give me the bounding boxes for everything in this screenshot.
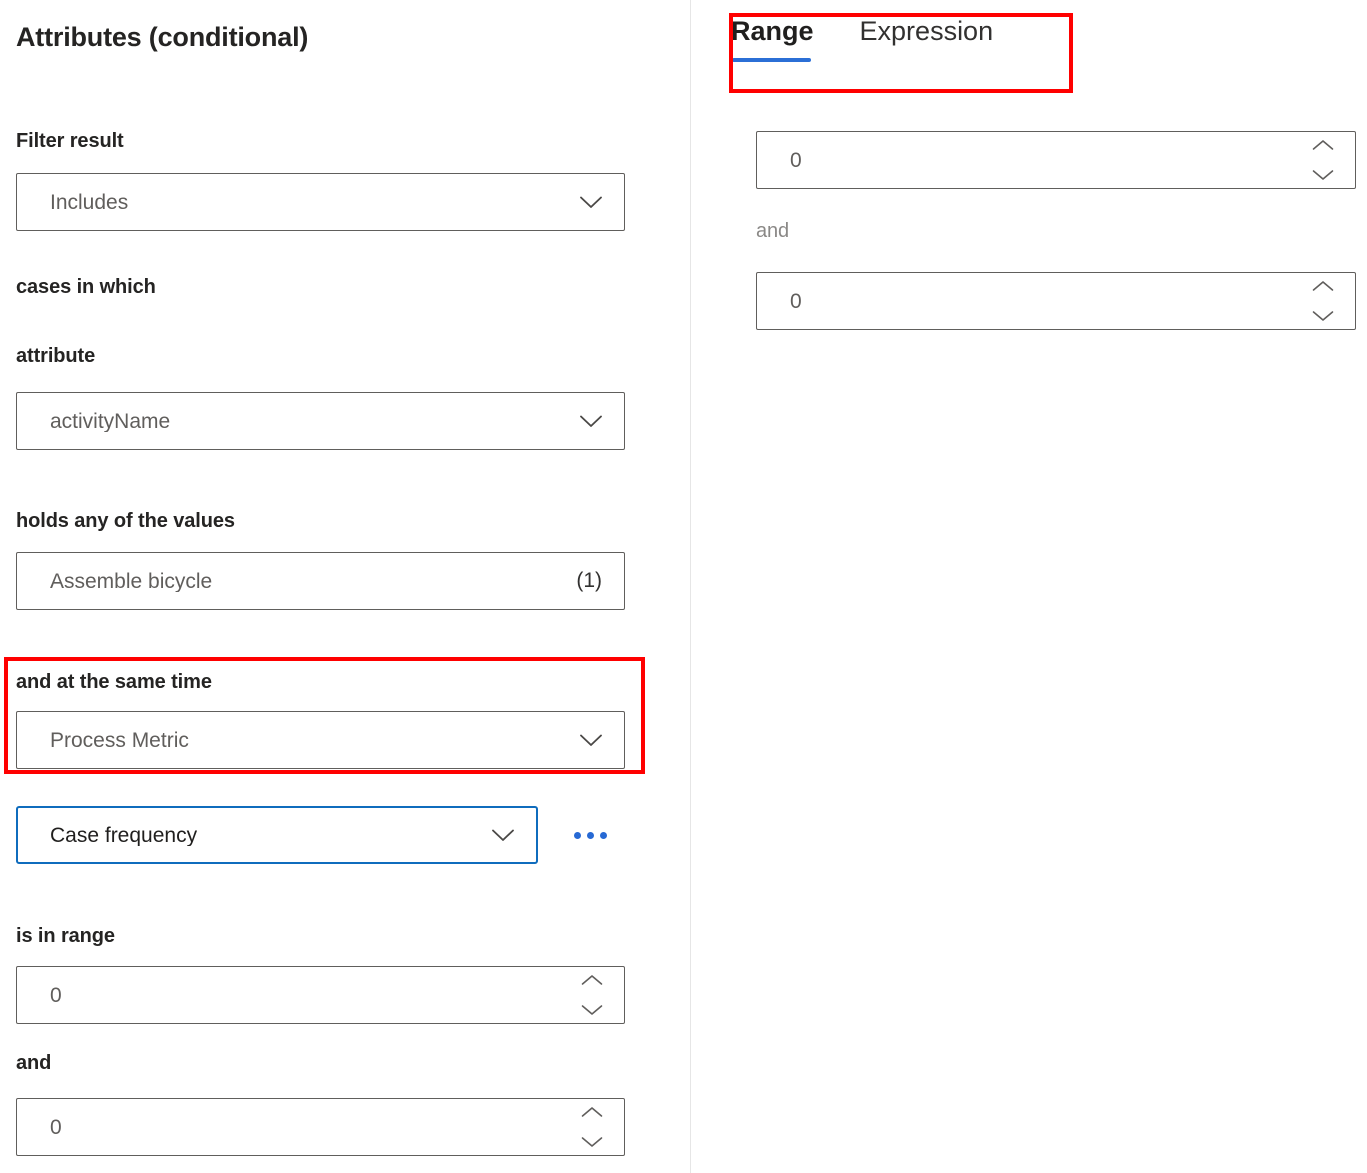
range-and-label: and (16, 1050, 51, 1076)
filter-editor-root: Attributes (conditional) Filter result I… (0, 0, 1367, 1173)
attribute-dropdown[interactable]: activityName (16, 392, 625, 450)
expression-from-stepper[interactable] (1311, 139, 1335, 181)
ellipsis-icon[interactable] (569, 814, 611, 856)
chevron-down-icon (492, 829, 514, 842)
chevron-down-icon (581, 1004, 603, 1016)
range-from-input[interactable]: 0 (16, 966, 625, 1024)
expression-from-input[interactable]: 0 (756, 131, 1356, 189)
expression-to-value: 0 (757, 291, 802, 312)
attributes-panel: Attributes (conditional) Filter result I… (0, 0, 690, 1173)
same-time-dropdown[interactable]: Process Metric (16, 711, 625, 769)
page-title: Attributes (conditional) (16, 20, 308, 54)
holds-values-label: holds any of the values (16, 508, 235, 534)
tab-range[interactable]: Range (731, 14, 814, 62)
metric-dropdown[interactable]: Case frequency (16, 806, 538, 864)
filter-result-value: Includes (17, 192, 128, 213)
range-from-value: 0 (17, 985, 62, 1006)
chevron-down-icon (580, 196, 602, 209)
chevron-down-icon (1312, 169, 1334, 181)
values-picker[interactable]: Assemble bicycle (1) (16, 552, 625, 610)
ellipsis-dot-1 (574, 832, 581, 839)
chevron-down-icon (581, 1136, 603, 1148)
attribute-value: activityName (17, 411, 170, 432)
expression-from-value: 0 (757, 150, 802, 171)
range-to-input[interactable]: 0 (16, 1098, 625, 1156)
chevron-up-icon (1312, 280, 1334, 292)
range-to-stepper[interactable] (580, 1106, 604, 1148)
metric-value: Case frequency (18, 825, 197, 846)
attribute-label: attribute (16, 343, 95, 369)
chevron-down-icon (580, 415, 602, 428)
range-expression-panel: Range Expression 0 and 0 (691, 0, 1367, 1173)
range-to-value: 0 (17, 1117, 62, 1138)
tab-range-label: Range (731, 16, 814, 46)
chevron-down-icon (580, 734, 602, 747)
chevron-up-icon (581, 974, 603, 986)
expression-to-input[interactable]: 0 (756, 272, 1356, 330)
range-from-stepper[interactable] (580, 974, 604, 1016)
expression-and-label: and (756, 218, 789, 244)
tab-bar: Range Expression (731, 14, 993, 62)
same-time-value: Process Metric (17, 730, 189, 751)
cases-in-which-label: cases in which (16, 274, 156, 300)
same-time-label: and at the same time (16, 669, 212, 695)
values-selected-text: Assemble bicycle (17, 571, 212, 592)
tab-expression[interactable]: Expression (860, 14, 994, 62)
ellipsis-dot-3 (600, 832, 607, 839)
expression-to-stepper[interactable] (1311, 280, 1335, 322)
chevron-up-icon (1312, 139, 1334, 151)
filter-result-label: Filter result (16, 128, 124, 154)
chevron-up-icon (581, 1106, 603, 1118)
ellipsis-dot-2 (587, 832, 594, 839)
chevron-down-icon (1312, 310, 1334, 322)
tab-active-underline (732, 58, 811, 62)
filter-result-dropdown[interactable]: Includes (16, 173, 625, 231)
values-count-badge: (1) (576, 569, 624, 593)
tab-expression-label: Expression (860, 16, 994, 46)
is-in-range-label: is in range (16, 923, 115, 949)
